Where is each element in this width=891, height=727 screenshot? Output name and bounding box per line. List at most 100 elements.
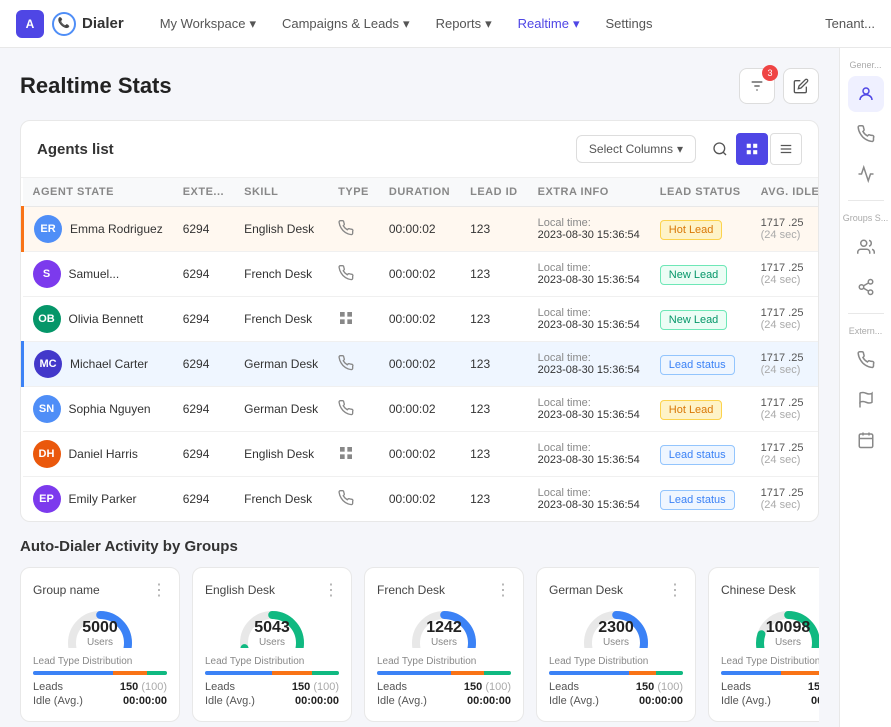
user-icon: [857, 85, 875, 103]
lead-id-cell: 123: [460, 252, 528, 297]
idle-value: 00:00:00: [467, 695, 511, 707]
sidebar-icon-user[interactable]: [848, 76, 884, 112]
lead-id-cell: 123: [460, 387, 528, 432]
chevron-down-icon: ▾: [249, 16, 256, 32]
agent-state-cell: MC Michael Carter: [23, 342, 173, 387]
group-card-header: French Desk ⋮: [377, 580, 511, 600]
sidebar-icon-users[interactable]: [848, 229, 884, 265]
lead-status-badge[interactable]: New Lead: [660, 265, 728, 285]
phone-icon: [857, 125, 875, 143]
agent-name-cell: ER Emma Rodriguez: [34, 215, 163, 243]
select-columns-button[interactable]: Select Columns ▾: [576, 135, 696, 163]
col-agent-state: AGENT STATE: [23, 178, 173, 207]
bar-green: [656, 671, 683, 675]
table-row: ER Emma Rodriguez 6294 English Desk 00:0…: [23, 207, 819, 252]
lead-dist-bar: [205, 671, 339, 675]
lead-status-badge[interactable]: Lead status: [660, 355, 735, 375]
agent-name-label: Olivia Bennett: [69, 312, 144, 326]
lead-dist-label: Lead Type Distribution: [377, 656, 511, 667]
skill-cell: German Desk: [234, 387, 328, 432]
group-card: Chinese Desk ⋮ 10098 Users Lead Type Dis…: [708, 567, 819, 722]
lead-status-badge[interactable]: Hot Lead: [660, 220, 723, 240]
lead-status-badge[interactable]: Lead status: [660, 445, 735, 465]
nav-item-realtime[interactable]: Realtime ▾: [506, 10, 592, 38]
sidebar-icon-flag[interactable]: [848, 382, 884, 418]
search-icon: [712, 141, 728, 157]
table-row: EP Emily Parker 6294 French Desk 00:00:0…: [23, 477, 819, 522]
main-layout: Realtime Stats 3 Agents list Select Colu…: [0, 48, 891, 727]
sidebar-icon-chart[interactable]: [848, 156, 884, 192]
edit-button[interactable]: [783, 68, 819, 104]
group-leads-stat: Leads 150 (100): [205, 681, 339, 693]
bar-green: [312, 671, 339, 675]
lead-status-cell: Hot Lead: [650, 207, 751, 252]
extra-info-cell: Local time: 2023-08-30 15:36:54: [528, 297, 650, 342]
grid-view-button[interactable]: [736, 133, 768, 165]
group-menu-icon[interactable]: ⋮: [667, 580, 683, 600]
lead-dist-label: Lead Type Distribution: [721, 656, 819, 667]
duration-cell: 00:00:02: [379, 387, 460, 432]
col-type: TYPE: [328, 178, 379, 207]
timestamp-label: 2023-08-30 15:36:54: [538, 499, 640, 511]
avg-idle-cell: 1717 .25(24 sec): [751, 252, 818, 297]
bar-blue: [205, 671, 272, 675]
extension-cell: 6294: [173, 477, 234, 522]
skill-cell: German Desk: [234, 342, 328, 387]
avg-idle-cell: 1717 .25(24 sec): [751, 432, 818, 477]
nav-item-workspace[interactable]: My Workspace ▾: [148, 10, 268, 38]
filter-button[interactable]: 3: [739, 68, 775, 104]
leads-value: 150 (100): [464, 681, 511, 693]
page-title: Realtime Stats: [20, 73, 172, 99]
idle-value: 00:00:00: [639, 695, 683, 707]
nav-settings-label: Settings: [605, 16, 652, 31]
nav-item-campaigns[interactable]: Campaigns & Leads ▾: [270, 10, 422, 38]
sidebar-icon-phone[interactable]: [848, 116, 884, 152]
lead-status-badge[interactable]: New Lead: [660, 310, 728, 330]
sidebar-icon-phone-external[interactable]: [848, 342, 884, 378]
agent-state-cell: EP Emily Parker: [23, 477, 173, 522]
group-menu-icon[interactable]: ⋮: [323, 580, 339, 600]
agent-name-label: Daniel Harris: [69, 447, 138, 461]
bar-orange: [272, 671, 312, 675]
group-idle-stat: Idle (Avg.) 00:00:00: [33, 695, 167, 707]
local-time-label: Local time:: [538, 307, 640, 319]
list-icon: [779, 142, 793, 156]
group-name-label: Chinese Desk: [721, 583, 796, 597]
lead-status-cell: Lead status: [650, 432, 751, 477]
nav-realtime-label: Realtime: [518, 16, 569, 31]
idle-value: 00:00:00: [123, 695, 167, 707]
chevron-down-icon: ▾: [403, 16, 410, 32]
table-row: S Samuel... 6294 French Desk 00:00:02 12…: [23, 252, 819, 297]
agent-avatar: SN: [33, 395, 61, 423]
col-duration: DURATION: [379, 178, 460, 207]
extension-cell: 6294: [173, 252, 234, 297]
timestamp-label: 2023-08-30 15:36:54: [538, 229, 640, 241]
nav-workspace-label: My Workspace: [160, 16, 246, 31]
nav-item-settings[interactable]: Settings: [593, 10, 664, 38]
lead-status-cell: New Lead: [650, 297, 751, 342]
nav-item-reports[interactable]: Reports ▾: [424, 10, 504, 38]
chart-icon: [857, 165, 875, 183]
users-icon: [857, 238, 875, 256]
table-row: OB Olivia Bennett 6294 French Desk 00:00…: [23, 297, 819, 342]
sidebar-icon-calendar[interactable]: [848, 422, 884, 458]
agent-state-cell: S Samuel...: [23, 252, 173, 297]
lead-status-badge[interactable]: Lead status: [660, 490, 735, 510]
nav-menu: My Workspace ▾ Campaigns & Leads ▾ Repor…: [148, 10, 665, 38]
list-view-button[interactable]: [770, 133, 802, 165]
col-avg-idle: AVG. IDLE: [751, 178, 818, 207]
group-menu-icon[interactable]: ⋮: [151, 580, 167, 600]
leads-value: 150 (100): [292, 681, 339, 693]
sidebar-icon-share[interactable]: [848, 269, 884, 305]
search-button[interactable]: [704, 133, 736, 165]
lead-status-badge[interactable]: Hot Lead: [660, 400, 723, 420]
donut-chart: 10098 Users: [753, 608, 819, 648]
local-time-label: Local time:: [538, 262, 640, 274]
calendar-icon: [857, 431, 875, 449]
agent-avatar: DH: [33, 440, 61, 468]
edit-icon: [793, 78, 809, 94]
group-menu-icon[interactable]: ⋮: [495, 580, 511, 600]
leads-value: 150 (100): [636, 681, 683, 693]
agent-state-cell: SN Sophia Nguyen: [23, 387, 173, 432]
type-cell: [328, 207, 379, 252]
